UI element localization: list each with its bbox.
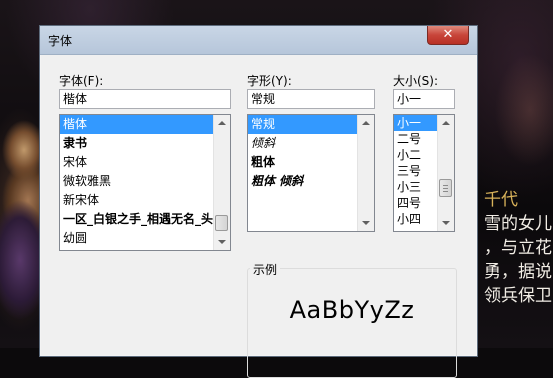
scroll-down-button[interactable] <box>214 234 230 250</box>
close-button[interactable]: ✕ <box>427 26 469 45</box>
scroll-down-button[interactable] <box>358 215 374 231</box>
preview-sample-text: AaBbYyZz <box>289 296 415 324</box>
font-family-item[interactable]: 隶书 <box>60 134 230 153</box>
scroll-down-button[interactable] <box>438 215 454 231</box>
background-caption-line: 勇，据说 <box>484 262 552 282</box>
dialog-titlebar[interactable]: 字体 ✕ <box>40 26 477 55</box>
scroll-thumb[interactable] <box>439 179 452 197</box>
font-size-list[interactable]: 小一 二号 小二 三号 小三 四号 小四 <box>393 114 455 232</box>
scroll-up-button[interactable] <box>358 115 374 131</box>
close-icon: ✕ <box>442 27 454 42</box>
font-family-item[interactable]: 楷体 <box>60 115 230 134</box>
background-art-right <box>470 40 553 190</box>
chevron-down-icon <box>218 240 226 244</box>
dialog-title: 字体 <box>48 34 73 48</box>
grip-line <box>443 188 448 189</box>
font-family-item[interactable]: 宋体 <box>60 153 230 172</box>
chevron-down-icon <box>442 221 450 225</box>
preview-label: 示例 <box>250 261 281 278</box>
chevron-up-icon <box>362 121 370 125</box>
font-style-item[interactable]: 粗体 倾斜 <box>248 172 374 191</box>
chevron-up-icon <box>218 121 226 125</box>
font-style-scrollbar[interactable] <box>357 115 374 231</box>
font-style-item[interactable]: 粗体 <box>248 153 374 172</box>
chevron-down-icon <box>362 221 370 225</box>
font-dialog: 字体 ✕ 字体(F): 楷体 楷体 隶书 宋体 微软雅黑 新宋体 一区_白银之手… <box>39 25 478 378</box>
font-family-item[interactable]: 微软雅黑 <box>60 172 230 191</box>
font-size-scrollbar[interactable] <box>437 115 454 231</box>
background-caption-line: 雪的女儿 <box>484 214 552 234</box>
background-caption-line: ，与立花 <box>484 238 552 258</box>
font-family-list[interactable]: 楷体 隶书 宋体 微软雅黑 新宋体 一区_白银之手_相遇无名_头 幼圆 <box>59 114 231 251</box>
grip-line <box>443 191 448 192</box>
font-family-item[interactable]: 新宋体 <box>60 191 230 210</box>
scroll-up-button[interactable] <box>214 115 230 131</box>
font-family-item[interactable]: 幼圆 <box>60 229 230 248</box>
background-caption-line: 领兵保卫 <box>484 286 552 306</box>
grip-line <box>443 185 448 186</box>
font-style-list[interactable]: 常规 倾斜 粗体 粗体 倾斜 <box>247 114 375 232</box>
scroll-thumb[interactable] <box>215 215 228 231</box>
font-family-item[interactable]: 一区_白银之手_相遇无名_头 <box>60 210 230 229</box>
font-family-label: 字体(F): <box>59 74 104 88</box>
font-style-label: 字形(Y): <box>247 74 292 88</box>
font-size-input[interactable]: 小一 <box>393 89 455 109</box>
chevron-up-icon <box>442 121 450 125</box>
font-family-input[interactable]: 楷体 <box>59 89 231 109</box>
font-family-scrollbar[interactable] <box>213 115 230 250</box>
font-style-input[interactable]: 常规 <box>247 89 375 109</box>
background-caption: 千代 雪的女儿 ，与立花 勇，据说 领兵保卫 <box>484 188 553 308</box>
font-style-item[interactable]: 倾斜 <box>248 134 374 153</box>
font-size-label: 大小(S): <box>393 74 439 88</box>
background-caption-line: 千代 <box>484 190 518 210</box>
font-style-item[interactable]: 常规 <box>248 115 374 134</box>
scroll-up-button[interactable] <box>438 115 454 131</box>
